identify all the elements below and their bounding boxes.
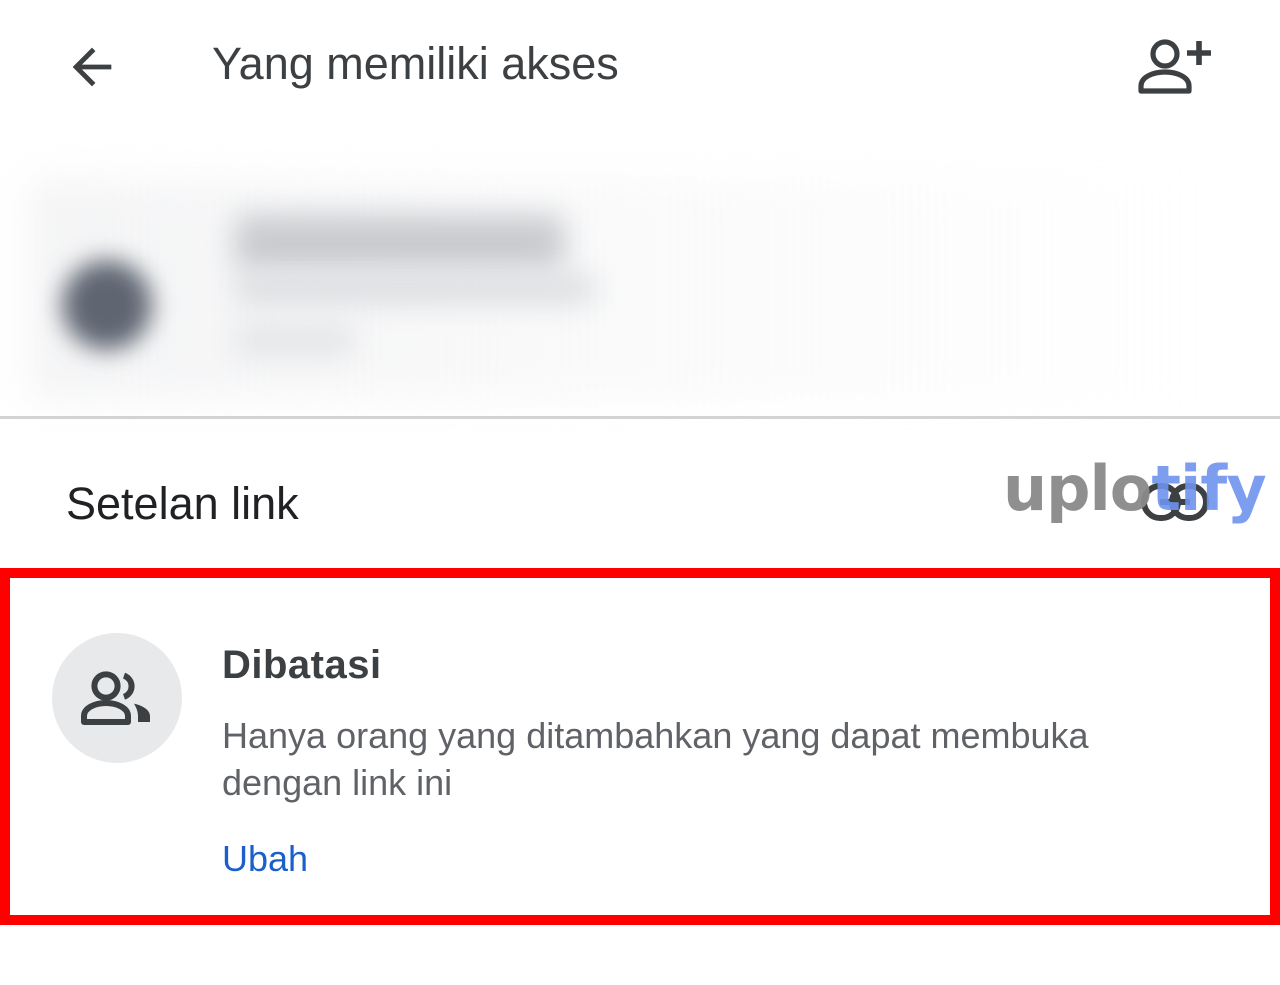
top-app-bar: Yang memiliki akses	[0, 0, 1280, 130]
person-add-icon	[1138, 39, 1211, 94]
blurred-role	[235, 325, 355, 355]
link-settings-title: Setelan link	[66, 478, 299, 529]
access-icon-circle	[52, 633, 182, 763]
access-title: Dibatasi	[222, 643, 382, 687]
back-button[interactable]	[55, 30, 129, 104]
add-person-button[interactable]	[1130, 30, 1220, 104]
avatar	[62, 260, 152, 350]
blurred-person-row	[30, 180, 1190, 410]
blur-background	[30, 180, 1190, 400]
blurred-email	[235, 275, 595, 303]
access-description: Hanya orang yang ditambahkan yang dapat …	[222, 715, 1089, 803]
watermark-logo: uplotify	[1003, 452, 1267, 525]
blurred-name	[235, 215, 565, 270]
arrow-left-icon	[72, 47, 112, 87]
divider	[0, 416, 1280, 419]
page-title: Yang memiliki akses	[212, 38, 619, 89]
people-icon	[81, 671, 150, 725]
change-access-link[interactable]: Ubah	[222, 838, 308, 880]
